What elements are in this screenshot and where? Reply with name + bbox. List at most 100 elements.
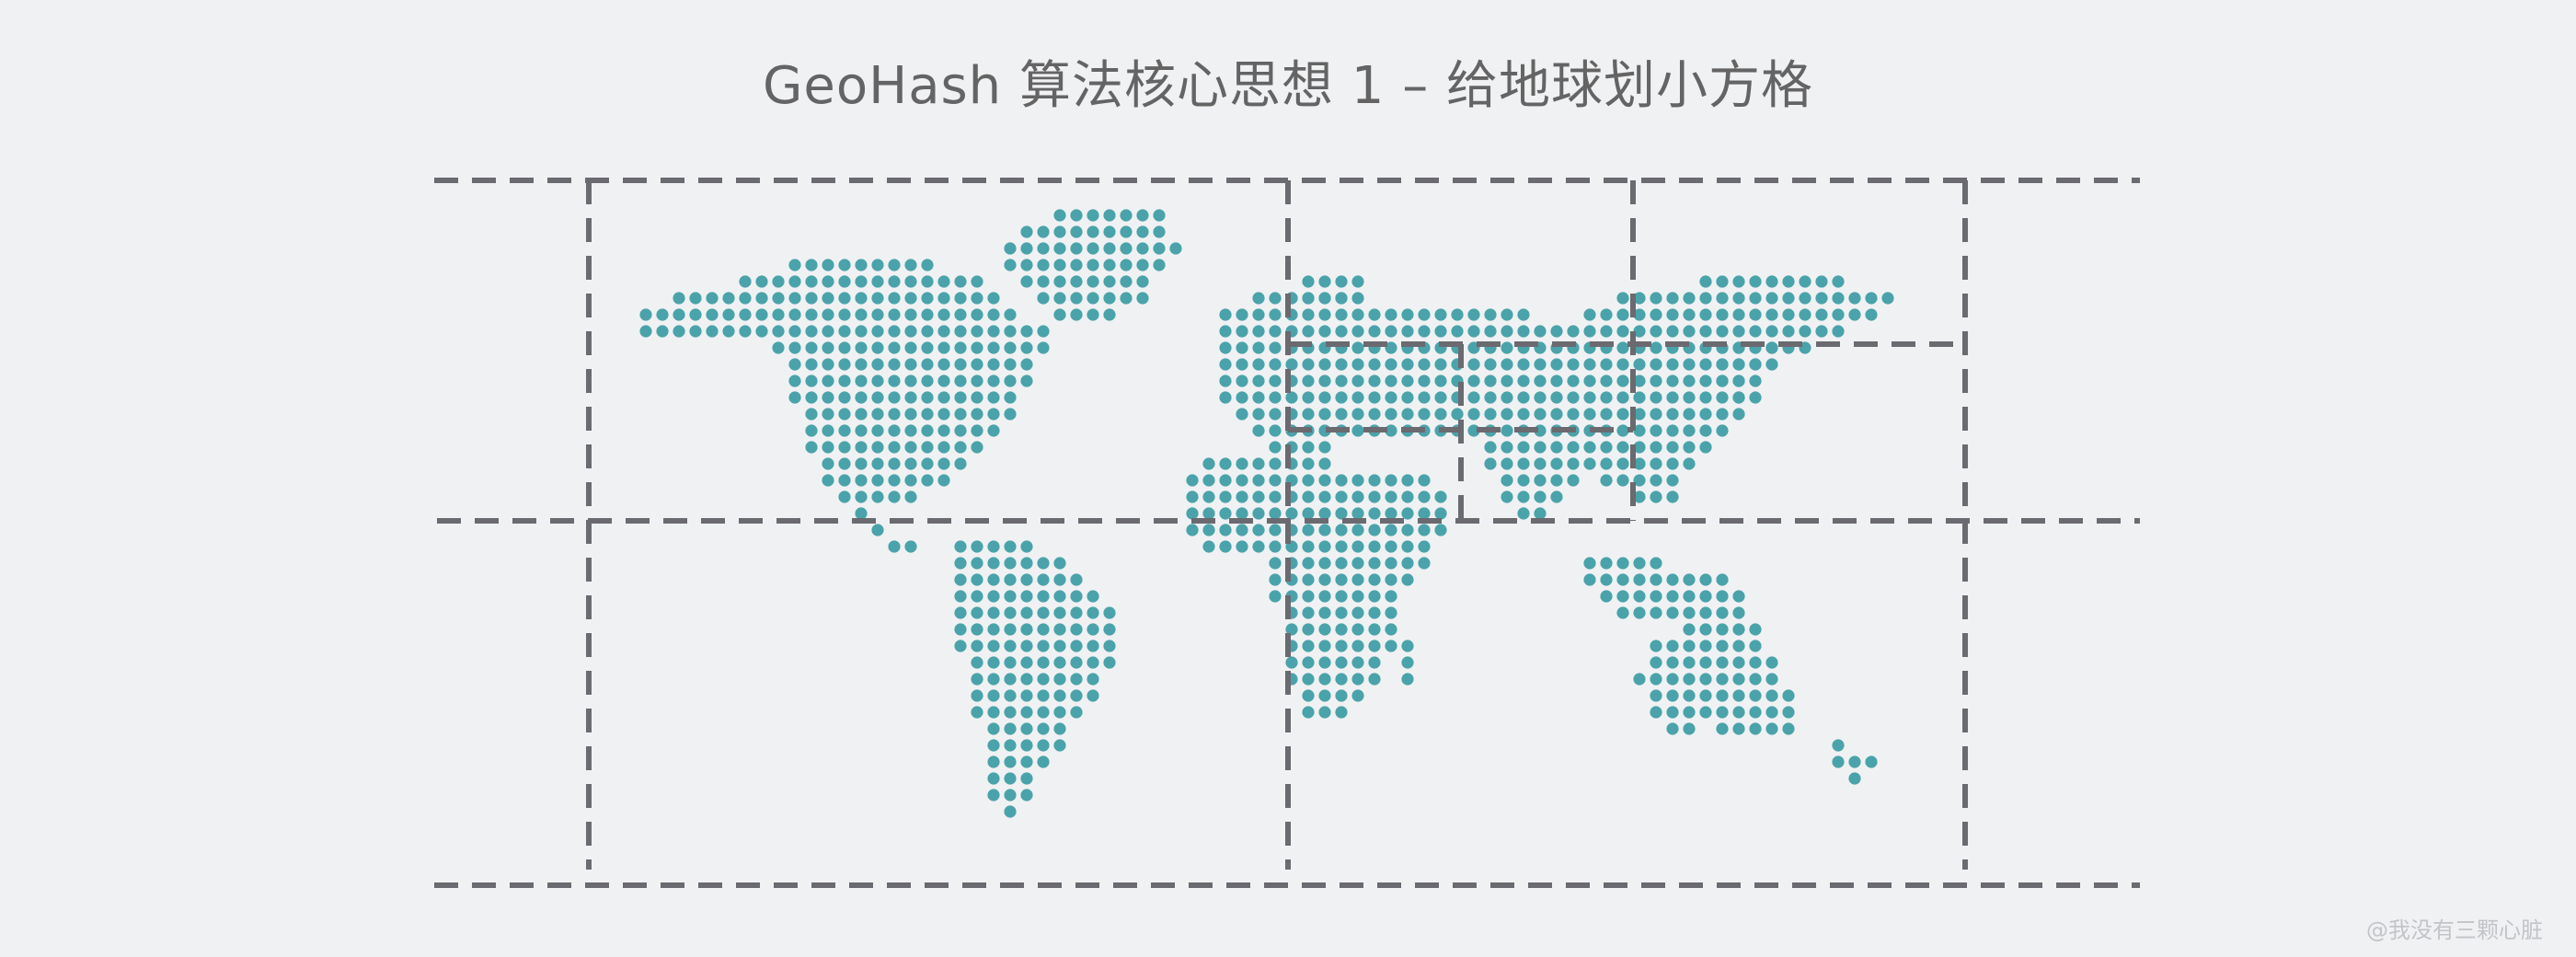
map-dot <box>838 391 851 404</box>
map-dot <box>888 292 901 305</box>
map-dot <box>1004 706 1017 719</box>
map-dot <box>1087 275 1099 288</box>
map-dot <box>1285 391 1298 404</box>
map-dot <box>954 606 967 619</box>
map-dot <box>987 358 1000 371</box>
map-dot <box>1881 292 1894 305</box>
map-dot <box>1650 640 1662 652</box>
map-dot <box>1004 722 1017 735</box>
map-dot <box>871 391 884 404</box>
map-dot <box>1567 408 1580 421</box>
map-dot <box>971 689 983 702</box>
map-dot <box>1616 557 1629 570</box>
map-dot <box>1534 490 1547 503</box>
map-dot <box>987 689 1000 702</box>
map-dot <box>1650 391 1662 404</box>
map-dot <box>1616 573 1629 586</box>
map-dot <box>1202 490 1215 503</box>
map-dot <box>1799 292 1811 305</box>
map-dot <box>1650 341 1662 354</box>
map-dot <box>954 557 967 570</box>
map-dot <box>1318 358 1331 371</box>
map-dot <box>1087 259 1099 271</box>
map-dot <box>1434 391 1447 404</box>
map-dot <box>1534 391 1547 404</box>
map-dot <box>1418 540 1431 553</box>
map-dot <box>1070 292 1083 305</box>
map-dot <box>1732 640 1745 652</box>
map-dot <box>1103 259 1116 271</box>
map-dot <box>1202 474 1215 487</box>
map-dot <box>1020 772 1033 785</box>
map-dot <box>871 358 884 371</box>
map-dot <box>1418 524 1431 536</box>
map-dot <box>1037 722 1050 735</box>
map-dot <box>871 474 884 487</box>
map-dot <box>1351 292 1364 305</box>
map-dot <box>1004 375 1017 387</box>
map-dot <box>1600 557 1613 570</box>
map-dot <box>1269 474 1282 487</box>
map-dot <box>1484 391 1497 404</box>
map-dot <box>1037 755 1050 768</box>
map-dot <box>1236 341 1248 354</box>
map-dot <box>1451 325 1464 338</box>
map-dot <box>1136 275 1149 288</box>
map-dot <box>1550 474 1563 487</box>
map-dot <box>1765 308 1778 321</box>
map-dot <box>987 540 1000 553</box>
world-map-dot-matrix-icon <box>639 209 1894 818</box>
map-dot <box>1434 375 1447 387</box>
map-dot <box>1020 623 1033 636</box>
map-dot <box>1749 391 1762 404</box>
map-dot <box>1650 490 1662 503</box>
map-dot <box>788 308 801 321</box>
map-dot <box>1269 358 1282 371</box>
map-dot <box>1053 739 1066 752</box>
map-dot <box>1070 673 1083 686</box>
map-dot <box>1583 325 1596 338</box>
map-dot <box>937 375 950 387</box>
map-dot <box>656 325 669 338</box>
map-dot <box>1749 673 1762 686</box>
map-dot <box>1650 673 1662 686</box>
map-dot <box>1351 673 1364 686</box>
map-dot <box>1037 590 1050 603</box>
map-dot <box>1318 457 1331 470</box>
map-dot <box>1252 457 1265 470</box>
map-dot <box>1037 689 1050 702</box>
map-dot <box>1865 292 1878 305</box>
map-dot <box>1534 441 1547 454</box>
map-dot <box>1070 606 1083 619</box>
map-dot <box>822 474 834 487</box>
map-dot <box>1037 259 1050 271</box>
map-dot <box>1219 540 1232 553</box>
map-dot <box>1020 606 1033 619</box>
map-dot <box>1434 358 1447 371</box>
map-dot <box>1832 308 1845 321</box>
map-dot <box>1368 325 1381 338</box>
map-dot <box>954 640 967 652</box>
map-dot <box>689 325 702 338</box>
map-dot <box>1765 673 1778 686</box>
map-dot <box>1848 308 1861 321</box>
map-dot <box>673 325 685 338</box>
map-dot <box>1368 358 1381 371</box>
map-dot <box>1269 590 1282 603</box>
map-dot <box>987 391 1000 404</box>
map-dot <box>1318 490 1331 503</box>
map-dot <box>1087 292 1099 305</box>
map-dot <box>1600 325 1613 338</box>
map-dot <box>1799 275 1811 288</box>
map-dot <box>1501 424 1513 437</box>
map-dot <box>871 424 884 437</box>
map-dot <box>1616 375 1629 387</box>
map-dot <box>855 375 868 387</box>
map-dot <box>1136 259 1149 271</box>
map-dot <box>1401 524 1414 536</box>
map-dot <box>1666 722 1679 735</box>
map-dot <box>1517 325 1530 338</box>
map-dot <box>1087 242 1099 255</box>
map-dot <box>971 275 983 288</box>
map-dot <box>1484 408 1497 421</box>
